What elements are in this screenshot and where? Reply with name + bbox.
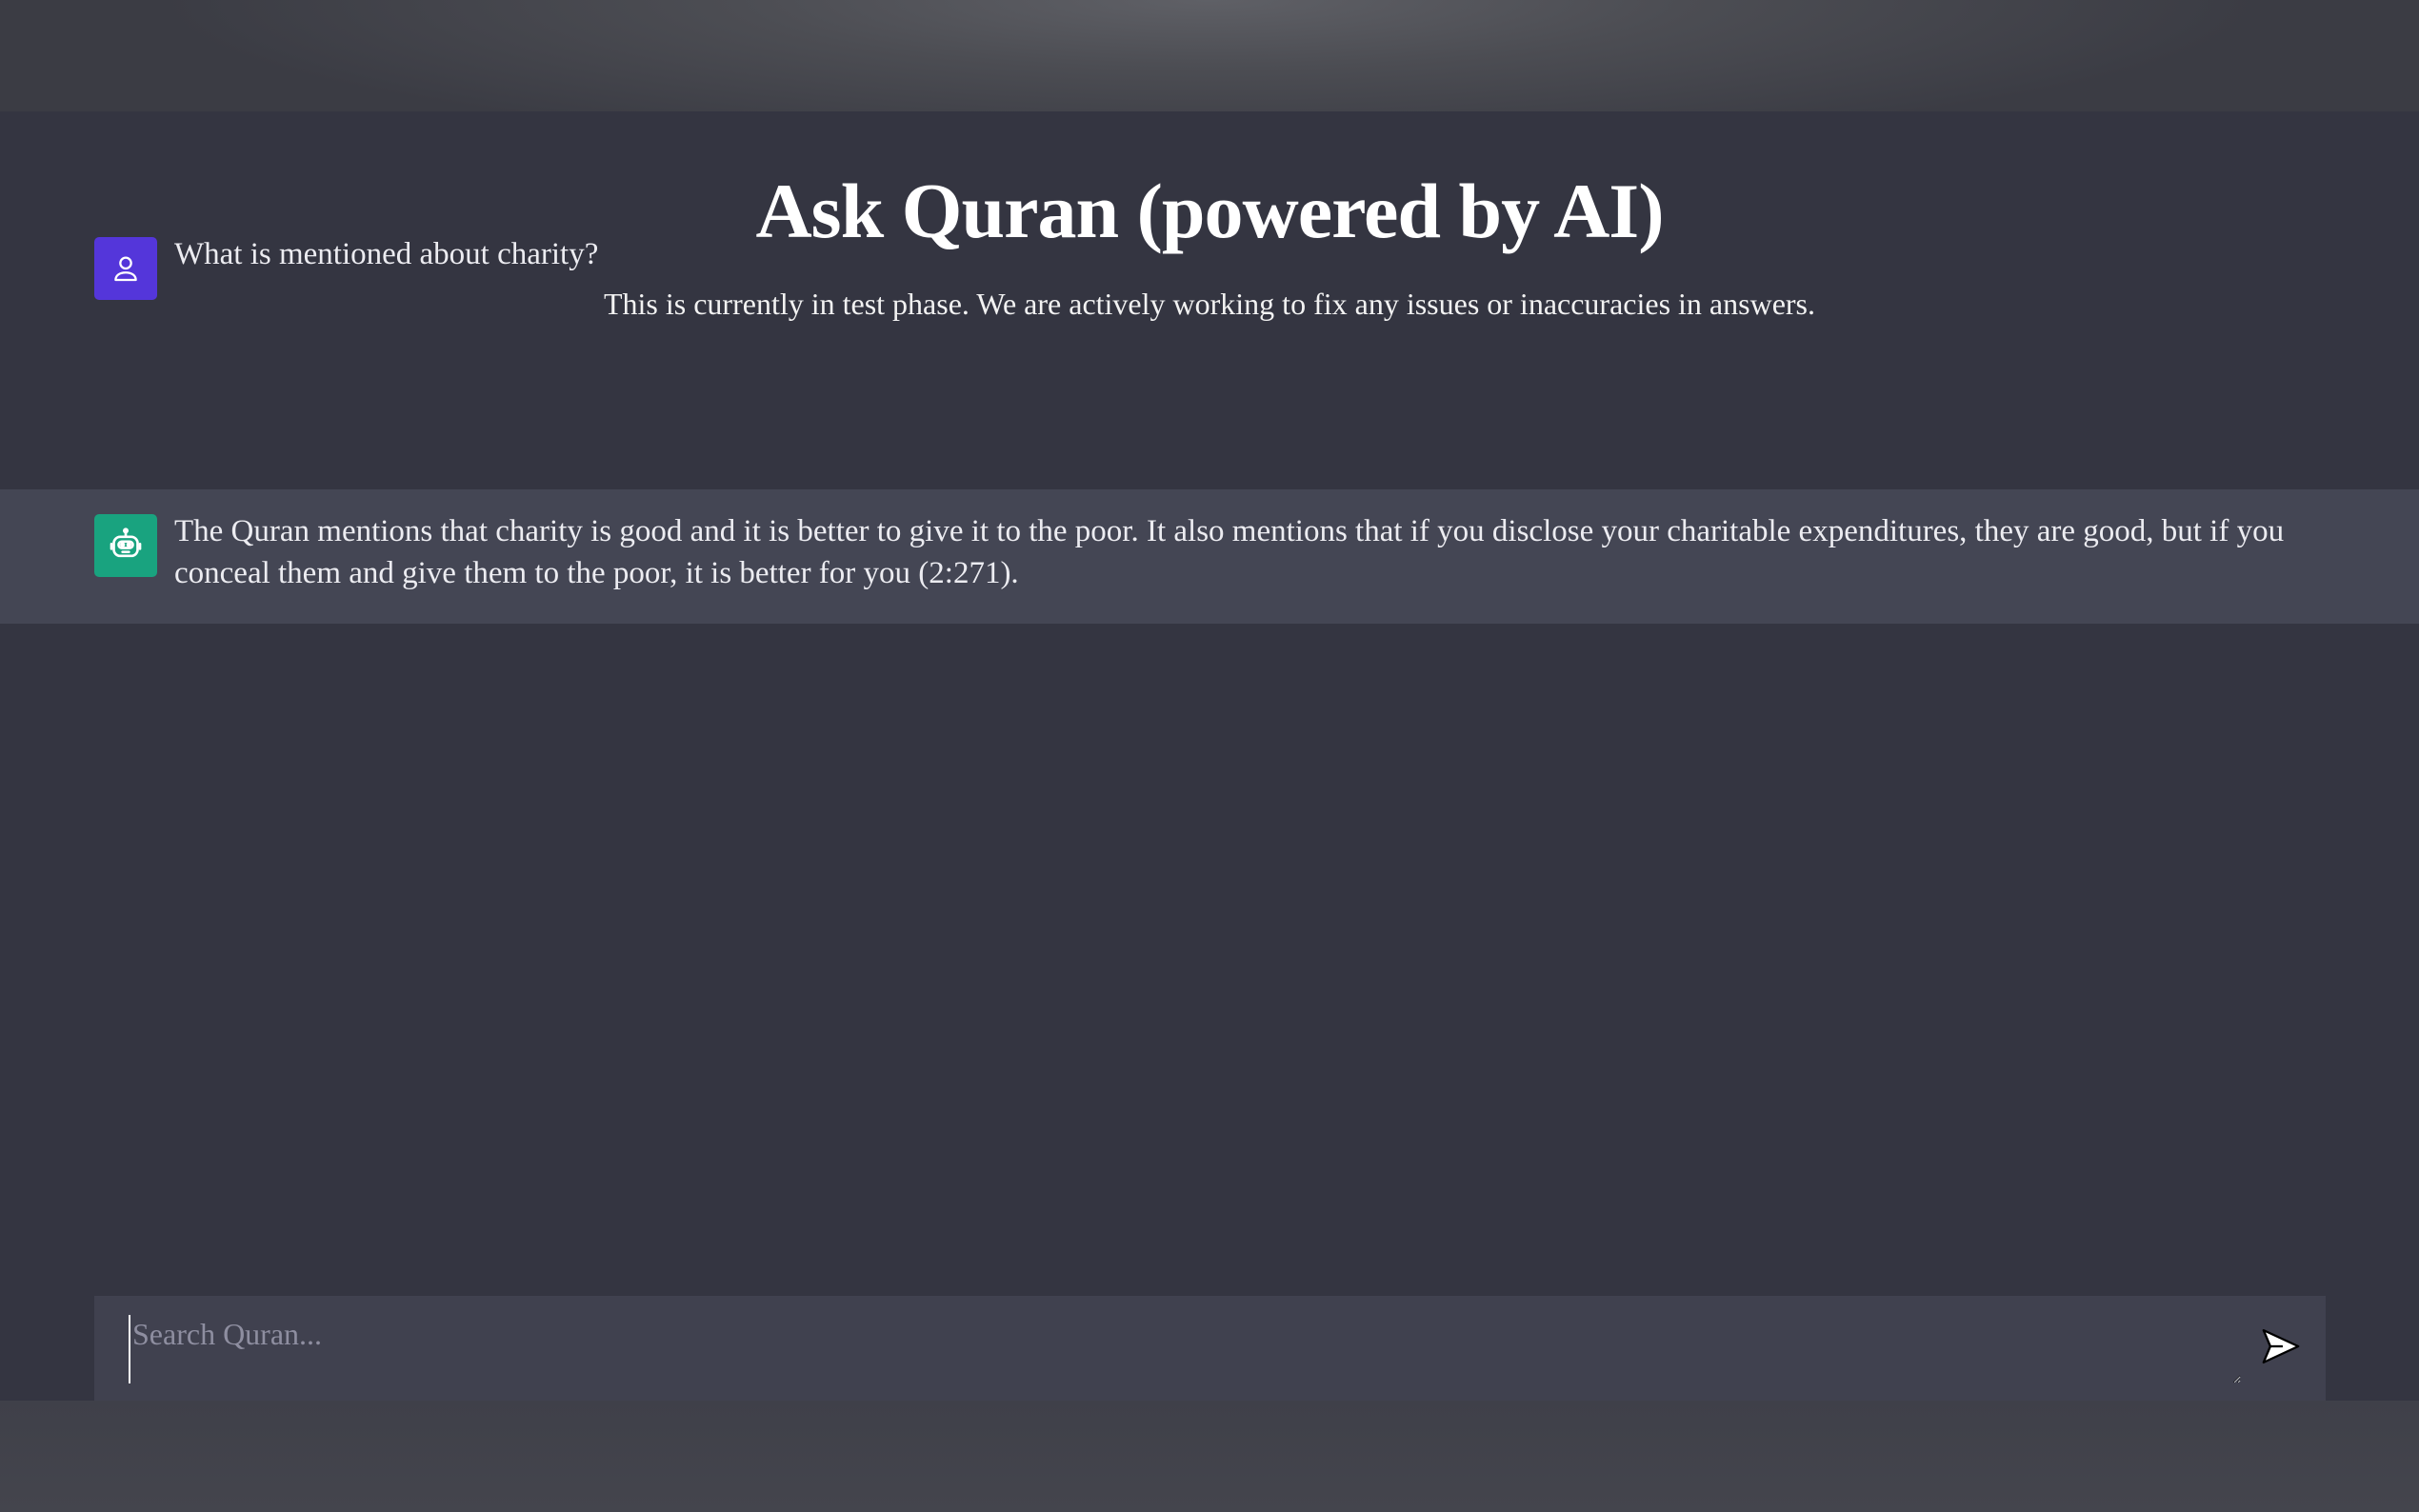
search-input[interactable] — [129, 1315, 2241, 1383]
top-backdrop — [0, 0, 2419, 111]
send-button[interactable] — [2254, 1320, 2308, 1373]
assistant-message-text: The Quran mentions that charity is good … — [174, 514, 2285, 590]
send-icon — [2262, 1328, 2300, 1364]
robot-icon — [110, 527, 142, 558]
chat-message-assistant: The Quran mentions that charity is good … — [0, 489, 2419, 624]
chat-app: Ask Quran (powered by AI) This is curren… — [0, 111, 2419, 1401]
search-bar — [94, 1296, 2326, 1401]
bot-avatar — [94, 514, 157, 577]
user-message-text: What is mentioned about charity? — [174, 237, 599, 271]
chat-message-user: What is mentioned about charity? — [0, 111, 2419, 370]
user-icon — [114, 256, 137, 282]
user-avatar — [94, 237, 157, 300]
bottom-backdrop — [0, 1401, 2419, 1512]
